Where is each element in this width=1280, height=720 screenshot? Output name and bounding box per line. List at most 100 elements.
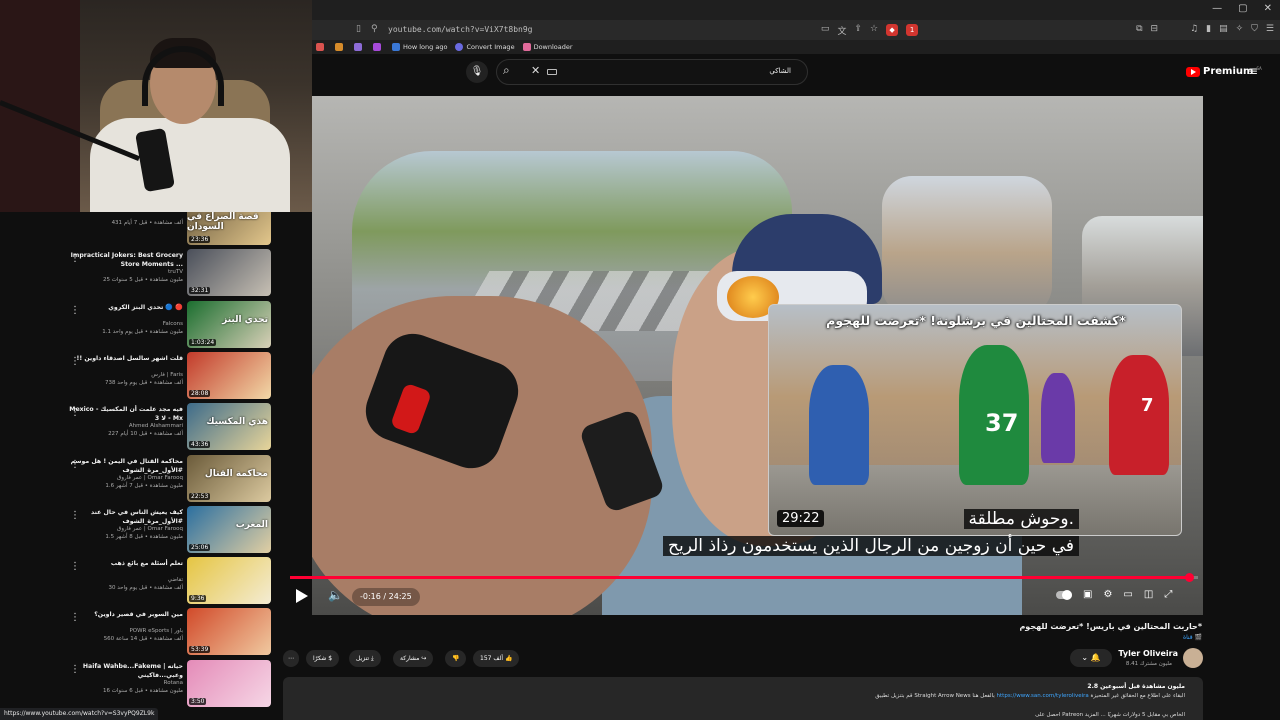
share-button[interactable]: مشاركة ↪: [393, 650, 434, 667]
more-options-icon[interactable]: ⋮: [70, 510, 80, 521]
video-thumbnail[interactable]: 28:08: [187, 351, 271, 399]
list-item[interactable]: 53:39 مين السوبر في قصير داوين؟ POWR eSpor…: [0, 608, 280, 658]
search-query[interactable]: الشاكي: [769, 67, 791, 75]
brave-shield-icon[interactable]: ⛉: [1251, 24, 1258, 37]
list-item[interactable]: تحدي البنز 1:03:24 تحدي البنز الكروي 🔵 🔴 Fa…: [0, 300, 280, 351]
more-options-icon[interactable]: ⋮: [70, 253, 80, 264]
play-button[interactable]: [296, 589, 308, 603]
video-title[interactable]: !! قلت اشهر سالسل اصدقاء داوين: [63, 354, 184, 363]
channel-name[interactable]: Tyler Oliveira: [1118, 649, 1178, 658]
list-item[interactable]: 3:50 Haifa Wahbe...Fakeme | حياته وعبي...…: [0, 659, 280, 710]
share-icon[interactable]: ⇪: [854, 24, 862, 37]
music-icon[interactable]: ♫: [1190, 24, 1198, 37]
ai-icon[interactable]: ✧: [1236, 24, 1244, 37]
channel-badge[interactable]: قناة 🎬: [1183, 634, 1202, 641]
video-thumbnail[interactable]: 53:39: [187, 608, 271, 656]
avatar[interactable]: [1183, 648, 1203, 668]
bookmark-s-icon[interactable]: [373, 43, 381, 51]
video-thumbnail[interactable]: المغرب 25:06: [187, 505, 271, 553]
video-title[interactable]: Impractical Jokers: Best Grocery Store M…: [63, 251, 183, 269]
folder-icon[interactable]: [335, 43, 343, 51]
channel-name[interactable]: Ahmed Alshammari: [129, 423, 183, 429]
subtitles-icon[interactable]: ▣: [1083, 589, 1092, 600]
more-options-icon[interactable]: ⋮: [70, 407, 80, 418]
video-title[interactable]: محاكمة القتال في اليمن ! هل موسم #الأول_…: [63, 457, 183, 475]
channel-name[interactable]: فارس | Faris: [151, 372, 183, 378]
list-item[interactable]: المغرب 25:06 كيف يعيش الناس في حال عند #ال…: [0, 505, 280, 556]
cast-icon[interactable]: ◫: [1144, 589, 1153, 600]
extension-badge-icon[interactable]: 1: [906, 24, 919, 36]
dislike-button[interactable]: 👎: [445, 650, 467, 667]
link-icon[interactable]: [354, 43, 362, 51]
list-item[interactable]: هذي المكسيك 43:36 Mexico - فيه مجد علمت أن…: [0, 403, 280, 453]
video-thumbnail[interactable]: 32:31: [187, 249, 271, 297]
channel-name[interactable]: تقاضي: [168, 577, 183, 583]
close-window-button[interactable]: ✕: [1264, 3, 1272, 14]
settings-gear-icon[interactable]: ⚙: [1103, 589, 1112, 600]
video-title[interactable]: كيف يعيش الناس في حال عند #الأول_مرة_الش…: [63, 508, 183, 526]
video-title[interactable]: مين السوبر في قصير داوين؟: [63, 610, 183, 619]
description-box[interactable]: 2.8 مليون مشاهدة قبل أسبوعين قم بتنزيل ت…: [283, 677, 1203, 720]
more-options-icon[interactable]: ⋮: [70, 212, 80, 213]
extensions-icon[interactable]: ⧉: [1136, 24, 1142, 37]
bookmark-how-long-ago[interactable]: How long ago: [392, 43, 447, 51]
autoplay-toggle[interactable]: [1056, 590, 1072, 600]
bookmark-convert-image[interactable]: Convert Image: [455, 43, 515, 51]
video-thumbnail[interactable]: هذي المكسيك 43:36: [187, 403, 271, 451]
channel-name[interactable]: POWR eSports | باور: [129, 628, 183, 634]
list-item[interactable]: 32:31 Impractical Jokers: Best Grocery St…: [0, 249, 280, 299]
more-options-icon[interactable]: ⋮: [70, 305, 80, 316]
channel-name[interactable]: truTV: [168, 269, 183, 275]
scrubber-handle[interactable]: [1184, 573, 1194, 582]
progress-bar[interactable]: [290, 573, 1198, 582]
endscreen-title[interactable]: كشفت المحتالين في برشلونة! *تعرضت للهجوم…: [769, 313, 1181, 328]
reading-list-icon[interactable]: ▤: [1219, 24, 1228, 37]
more-options-icon[interactable]: ⋮: [70, 612, 80, 623]
bookmark-downloader[interactable]: Downloader: [522, 43, 573, 51]
more-options-icon[interactable]: ⋮: [70, 356, 80, 367]
sidebar-icon[interactable]: ▮: [1206, 24, 1211, 37]
minimize-button[interactable]: —: [1212, 3, 1222, 14]
search-icon[interactable]: ⌕: [503, 63, 510, 78]
list-item[interactable]: محاكمة القتال 22:53 محاكمة القتال في اليمن…: [0, 454, 280, 505]
list-item[interactable]: قصة الصراع في السودان 23:36 431 ألف مشاهدة…: [0, 212, 280, 248]
bookmark-star-icon[interactable]: ▯: [356, 24, 361, 34]
video-title[interactable]: Mexico - فيه مجد علمت أن المكسيك لا 3 - …: [63, 405, 183, 423]
channel-name[interactable]: Rotana: [164, 680, 183, 686]
bookmark-icon[interactable]: [316, 43, 324, 51]
video-thumbnail[interactable]: 3:50: [187, 659, 271, 707]
browser-menu-icon[interactable]: ☰: [1266, 24, 1274, 37]
url-text[interactable]: youtube.com/watch?v=ViX7t8bn9g: [388, 25, 533, 34]
clear-search-icon[interactable]: ✕: [531, 64, 540, 77]
more-options-icon[interactable]: ⋮: [70, 459, 80, 470]
translate-icon[interactable]: 文: [837, 24, 846, 37]
channel-name[interactable]: Falcons: [163, 321, 183, 327]
channel-name[interactable]: عمر فاروق | Omar Farooq: [117, 526, 183, 532]
voice-search-button[interactable]: 🎙: [466, 61, 488, 83]
like-button[interactable]: 157 ألف 👍: [473, 650, 520, 667]
video-thumbnail[interactable]: تحدي البنز 1:03:24: [187, 300, 271, 348]
tab-search-icon[interactable]: ⊟: [1151, 24, 1159, 37]
search-input[interactable]: ⌕ ✕ الشاكي: [496, 59, 808, 85]
extension-shield-icon[interactable]: ◆: [886, 24, 899, 36]
guide-menu-icon[interactable]: ≡: [1248, 64, 1258, 78]
description-more[interactable]: احصل على Patreon الخاص بي مقابل 5 دولارا…: [1035, 712, 1185, 718]
video-thumbnail[interactable]: محاكمة القتال 22:53: [187, 454, 271, 502]
list-item[interactable]: 9:36 تعلم أسئلة مع بائع ذهب تقاضي 30 ألف مش…: [0, 557, 280, 607]
channel-name[interactable]: عمر فاروق | Omar Farooq: [117, 475, 183, 481]
more-actions-button[interactable]: ⋯: [283, 650, 299, 667]
list-item[interactable]: 28:08 !! قلت اشهر سالسل اصدقاء داوين فارس …: [0, 351, 280, 402]
address-bar[interactable]: ▯ ⚲ youtube.com/watch?v=ViX7t8bn9g ▭ 文 ⇪…: [312, 20, 1280, 40]
video-title[interactable]: تحدي البنز الكروي 🔵 🔴: [63, 303, 183, 312]
video-title[interactable]: Haifa Wahbe...Fakeme | حياته وعبي...فاكي…: [63, 662, 183, 680]
keyboard-icon[interactable]: [547, 69, 557, 75]
thanks-button[interactable]: شكرًا $: [306, 650, 340, 667]
volume-icon[interactable]: 🔈: [328, 588, 343, 602]
subscribed-bell-button[interactable]: ⌄ 🔔: [1070, 649, 1112, 667]
star-icon[interactable]: ☆: [870, 24, 878, 37]
maximize-button[interactable]: ▢: [1238, 3, 1247, 14]
more-options-icon[interactable]: ⋮: [70, 664, 80, 675]
more-options-icon[interactable]: ⋮: [70, 561, 80, 572]
video-thumbnail[interactable]: 9:36: [187, 557, 271, 605]
fullscreen-icon[interactable]: ⤢: [1164, 589, 1172, 600]
